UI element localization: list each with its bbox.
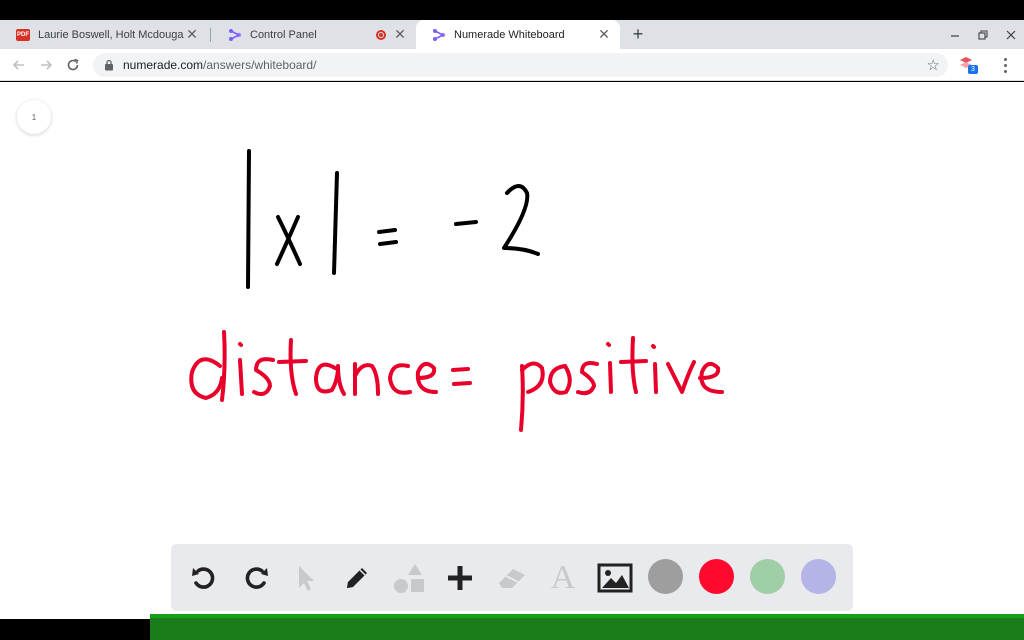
image-icon (597, 563, 633, 593)
eraser-tool-button[interactable] (494, 560, 530, 596)
tab-title: Control Panel (250, 28, 317, 41)
recording-icon (376, 29, 386, 40)
url-path: /answers/whiteboard/ (203, 58, 317, 72)
whiteboard-canvas[interactable]: 1 (0, 82, 1024, 619)
extension-badge: 3 (968, 65, 978, 74)
plus-icon (448, 566, 472, 590)
pencil-icon (347, 568, 367, 588)
restore-button[interactable] (970, 20, 996, 49)
color-swatch-green[interactable] (750, 559, 785, 594)
shapes-tool-button[interactable] (391, 560, 427, 596)
eraser-icon (499, 569, 525, 588)
equation-ink (246, 149, 540, 289)
close-icon[interactable]: ✕ (596, 26, 612, 43)
color-swatch-lavender[interactable] (801, 559, 836, 594)
pdf-icon: PDF (16, 28, 30, 42)
text-tool-button[interactable]: A (545, 560, 581, 596)
undo-button[interactable] (186, 560, 222, 596)
note-ink (189, 330, 724, 432)
arrow-left-icon (12, 60, 24, 70)
tab-strip: PDF Laurie Boswell, Holt Mcdougal - ✕ Co… (0, 20, 1024, 49)
image-tool-button[interactable] (597, 560, 633, 596)
pencil-tool-button[interactable] (339, 560, 375, 596)
url-text: numerade.com/answers/whiteboard/ (123, 58, 316, 72)
close-window-button[interactable] (998, 20, 1024, 49)
bookmark-star-icon[interactable]: ☆ (927, 56, 940, 74)
drawing-toolbar: A (171, 544, 853, 611)
lock-icon (103, 59, 115, 71)
new-tab-button[interactable]: + (628, 24, 648, 44)
redo-icon (245, 567, 268, 589)
extension-icon[interactable]: 3 (958, 56, 978, 76)
url-host: numerade.com (123, 58, 204, 72)
pointer-icon (299, 566, 314, 591)
reload-icon (67, 58, 79, 71)
bottom-green-strip (150, 614, 1024, 640)
shapes-icon (394, 564, 424, 593)
text-icon: A (550, 559, 576, 596)
tab-title: Laurie Boswell, Holt Mcdougal - (38, 28, 184, 41)
address-bar[interactable]: numerade.com/answers/whiteboard/ ☆ (93, 53, 948, 77)
close-icon[interactable]: ✕ (184, 26, 200, 43)
back-button[interactable] (8, 54, 30, 76)
tab-title: Numerade Whiteboard (454, 28, 565, 41)
numerade-icon (228, 28, 242, 42)
redo-button[interactable] (238, 560, 274, 596)
tab-pdf[interactable]: PDF Laurie Boswell, Holt Mcdougal - ✕ (0, 20, 208, 49)
add-button[interactable] (442, 560, 478, 596)
close-icon[interactable]: ✕ (392, 26, 408, 43)
top-black-bar (0, 0, 1024, 20)
tab-numerade-whiteboard[interactable]: Numerade Whiteboard ✕ (416, 20, 620, 49)
reload-button[interactable] (62, 54, 84, 76)
arrow-right-icon (41, 60, 53, 70)
handwriting-layer (189, 149, 724, 432)
browser-menu-icon[interactable] (996, 55, 1014, 75)
color-swatch-gray[interactable] (648, 559, 683, 594)
select-tool-button[interactable] (288, 560, 324, 596)
forward-button[interactable] (35, 54, 57, 76)
tab-control-panel[interactable]: Control Panel ✕ (212, 20, 416, 49)
tab-divider (210, 28, 211, 42)
browser-toolbar: numerade.com/answers/whiteboard/ ☆ 3 (0, 49, 1024, 81)
numerade-icon (432, 28, 446, 42)
bottom-black-bar (0, 620, 150, 640)
undo-icon (192, 567, 215, 589)
color-swatch-red[interactable] (699, 559, 734, 594)
minimize-button[interactable] (942, 20, 968, 49)
